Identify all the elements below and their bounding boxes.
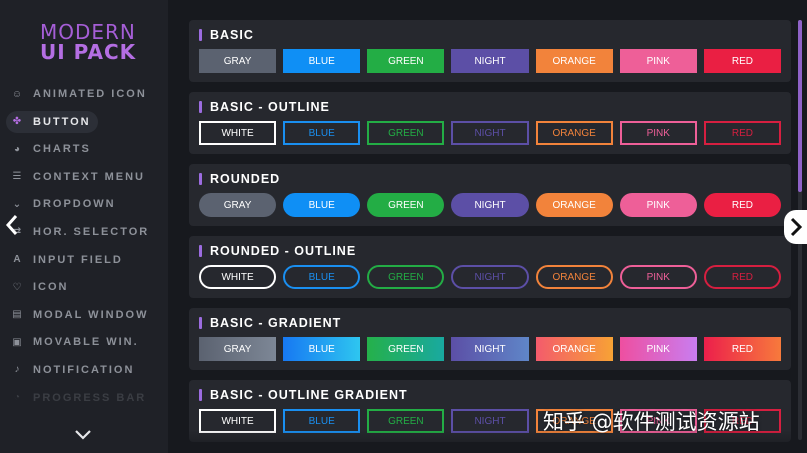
gray-button[interactable]: GRAY [199,49,277,73]
sidebar-item-label: BUTTON [33,115,91,128]
sidebar-item-label: PROGRESS BAR [33,391,147,404]
button-row: GRAY BLUE GREEN NIGHT ORANGE PINK RED [199,49,781,73]
app-logo: MODERN UI PACK [40,22,136,62]
button-row: WHITE BLUE GREEN NIGHT ORANGE PINK RED [199,265,781,289]
button-row: GRAY BLUE GREEN NIGHT ORANGE PINK RED [199,193,781,217]
modal-icon: ▤ [12,309,24,321]
sidebar-item-movable-win[interactable]: ▣ MOVABLE WIN. [6,331,156,353]
sidebar-item-hor-selector[interactable]: ⇄ HOR. SELECTOR [6,221,156,243]
sidebar-item-label: NOTIFICATION [33,363,135,376]
red-button[interactable]: RED [703,265,781,289]
pink-button[interactable]: PINK [619,49,697,73]
next-arrow-icon[interactable] [784,210,807,244]
bell-icon: ♪ [14,364,22,376]
section-title: BASIC [199,28,254,42]
sidebar-item-modal-window[interactable]: ▤ MODAL WINDOW [6,304,156,326]
white-button[interactable]: WHITE [199,265,277,289]
sidebar-item-label: CONTEXT MENU [33,170,145,183]
red-button[interactable]: RED [703,121,781,145]
section-title: ROUNDED [199,172,280,186]
gamepad-icon: ✤ [12,116,24,128]
green-button[interactable]: GREEN [367,49,445,73]
section-basic-outline: BASIC - OUTLINE WHITE BLUE GREEN NIGHT ORANGE… [189,92,791,154]
sidebar-item-notification[interactable]: ♪ NOTIFICATION [6,359,156,381]
night-button[interactable]: NIGHT [451,193,529,217]
orange-button[interactable]: ORANGE [535,193,613,217]
white-button[interactable]: WHITE [199,121,277,145]
section-title: BASIC - OUTLINE GRADIENT [199,388,408,402]
sidebar-item-context-menu[interactable]: ☰ CONTEXT MENU [6,166,156,188]
button-row: WHITE BLUE GREEN NIGHT ORANGE PINK RED [199,121,781,145]
orange-button[interactable]: ORANGE [535,265,613,289]
orange-button[interactable]: ORANGE [535,121,613,145]
sidebar-item-label: DROPDOWN [33,198,116,211]
night-button[interactable]: NIGHT [451,49,529,73]
main-content: BASIC GRAY BLUE GREEN NIGHT ORANGE PINK RED BASI… [189,20,791,452]
blue-button[interactable]: BLUE [283,121,361,145]
pie-chart-icon: ◕ [13,143,23,155]
blue-button[interactable]: BLUE [283,265,361,289]
blue-button[interactable]: BLUE [283,49,361,73]
sidebar-item-animated-icon[interactable]: ☺ ANIMATED ICON [6,83,156,105]
blue-button[interactable]: BLUE [283,193,361,217]
green-button[interactable]: GREEN [367,193,445,217]
heart-icon: ♡ [12,281,24,293]
window-icon: ▣ [12,336,24,348]
section-basic-gradient: BASIC - GRADIENT GRAY BLUE GREEN NIGHT ORANGE… [189,308,791,370]
sidebar-item-input-field[interactable]: A INPUT FIELD [6,249,156,271]
sidebar-item-label: HOR. SELECTOR [33,225,150,238]
sidebar-item-dropdown[interactable]: ⌄ DROPDOWN [6,193,156,215]
sidebar-item-icon[interactable]: ♡ ICON [6,276,156,298]
smiley-icon: ☺ [11,88,25,100]
previous-arrow-icon[interactable] [4,214,24,240]
section-title: BASIC - GRADIENT [199,316,341,330]
chevron-down-icon[interactable] [73,425,93,441]
orange-button[interactable]: ORANGE [535,49,613,73]
sidebar-item-label: MODAL WINDOW [33,308,149,321]
progress-icon: ◔ [13,392,23,404]
green-button[interactable]: GREEN [367,265,445,289]
section-rounded: ROUNDED GRAY BLUE GREEN NIGHT ORANGE PINK RED [189,164,791,226]
sidebar-item-charts[interactable]: ◕ CHARTS [6,138,156,160]
pink-button[interactable]: PINK [619,337,697,361]
red-button[interactable]: RED [703,49,781,73]
orange-button[interactable]: ORANGE [535,337,613,361]
blue-button[interactable]: BLUE [283,337,361,361]
section-title: BASIC - OUTLINE [199,100,330,114]
sidebar-nav: ☺ ANIMATED ICON ✤ BUTTON ◕ CHARTS ☰ CONTEXT MEN… [6,83,156,414]
sidebar-item-button[interactable]: ✤ BUTTON [6,110,98,133]
gray-button[interactable]: GRAY [199,337,277,361]
section-title: ROUNDED - OUTLINE [199,244,356,258]
section-basic: BASIC GRAY BLUE GREEN NIGHT ORANGE PINK RED [189,20,791,82]
green-button[interactable]: GREEN [367,121,445,145]
night-button[interactable]: NIGHT [451,265,529,289]
input-icon: A [13,254,23,266]
night-button[interactable]: NIGHT [451,337,529,361]
logo-line2: UI PACK [40,40,137,64]
sidebar-item-label: ANIMATED ICON [33,88,147,100]
button-row: GRAY BLUE GREEN NIGHT ORANGE PINK RED [199,337,781,361]
green-button[interactable]: GREEN [367,337,445,361]
red-button[interactable]: RED [703,337,781,361]
pink-button[interactable]: PINK [619,193,697,217]
night-button[interactable]: NIGHT [451,121,529,145]
section-rounded-outline: ROUNDED - OUTLINE WHITE BLUE GREEN NIGHT ORAN… [189,236,791,298]
sidebar-item-progress-bar[interactable]: ◔ PROGRESS BAR [6,387,156,409]
sidebar-item-label: ICON [33,281,69,294]
sidebar-item-label: MOVABLE WIN. [33,336,139,349]
logo-line1: MODERN [40,20,136,44]
dropdown-icon: ⌄ [12,198,24,210]
watermark: 知乎 @软件测试资源站 [543,410,760,434]
scrollbar-thumb[interactable] [798,20,802,192]
sidebar: MODERN UI PACK ☺ ANIMATED ICON ✤ BUTTON ◕ CHA… [0,0,168,453]
pink-button[interactable]: PINK [619,121,697,145]
list-icon: ☰ [12,171,24,183]
pink-button[interactable]: PINK [619,265,697,289]
gray-button[interactable]: GRAY [199,193,277,217]
red-button[interactable]: RED [703,193,781,217]
sidebar-item-label: INPUT FIELD [33,253,123,266]
sidebar-item-label: CHARTS [33,143,91,156]
